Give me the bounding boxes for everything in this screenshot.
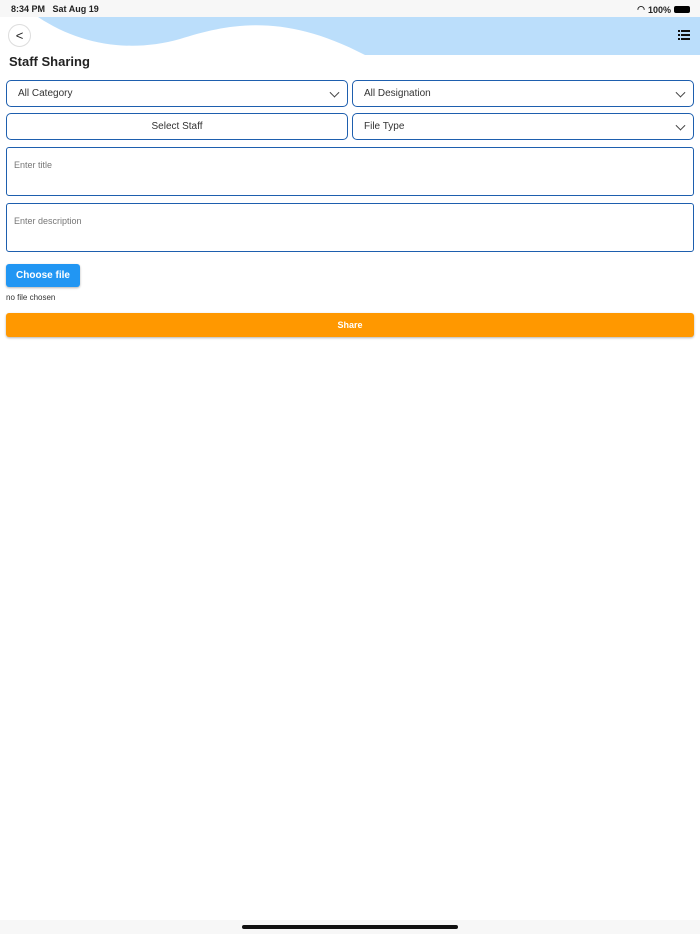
wifi-icon: ◠	[637, 4, 645, 14]
file-type-select[interactable]: File Type	[352, 113, 694, 140]
chevron-down-icon	[675, 120, 686, 131]
list-menu-icon[interactable]	[678, 30, 690, 40]
share-button[interactable]: Share	[6, 313, 694, 337]
title-input[interactable]: Enter title	[6, 147, 694, 196]
chevron-left-icon: <	[15, 28, 24, 43]
category-select[interactable]: All Category	[6, 80, 348, 107]
title-placeholder: Enter title	[14, 160, 53, 170]
chevron-down-icon	[675, 87, 686, 98]
status-time: 8:34 PM Sat Aug 19	[11, 4, 99, 14]
file-type-value: File Type	[364, 121, 405, 132]
date: Sat Aug 19	[52, 4, 99, 14]
header-wave	[38, 17, 700, 55]
designation-value: All Designation	[364, 88, 431, 99]
page-title: Staff Sharing	[9, 54, 90, 69]
select-staff-label: Select Staff	[151, 121, 203, 132]
battery-icon	[674, 6, 690, 13]
time: 8:34 PM	[11, 4, 46, 14]
designation-select[interactable]: All Designation	[352, 80, 694, 107]
file-status: no file chosen	[6, 293, 56, 302]
select-staff-button[interactable]: Select Staff	[6, 113, 348, 140]
description-placeholder: Enter description	[14, 216, 82, 226]
description-input[interactable]: Enter description	[6, 203, 694, 252]
battery-percent: 100%	[647, 4, 671, 15]
status-bar: 8:34 PM Sat Aug 19 ◠ 100%	[0, 0, 700, 17]
status-right: ◠ 100%	[637, 4, 690, 15]
home-indicator[interactable]	[242, 925, 458, 929]
chevron-down-icon	[329, 87, 340, 98]
category-value: All Category	[18, 88, 73, 99]
back-button[interactable]: <	[8, 24, 31, 47]
choose-file-button[interactable]: Choose file	[6, 264, 80, 287]
